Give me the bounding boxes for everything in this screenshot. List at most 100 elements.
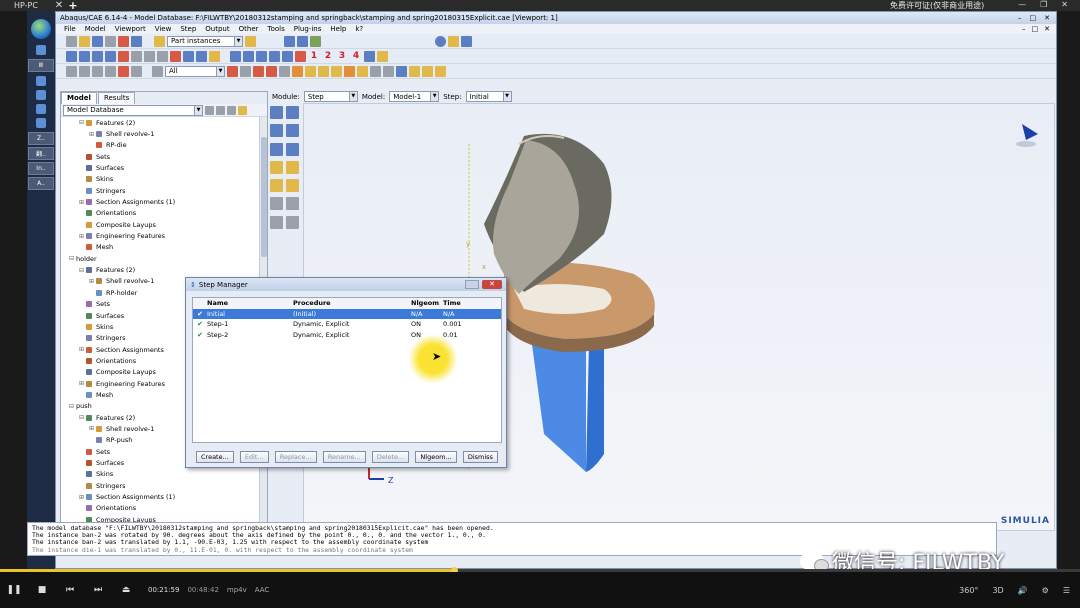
tool-icon[interactable] [240, 65, 251, 77]
minimize-icon[interactable]: — [1018, 0, 1026, 9]
datum-icon[interactable] [269, 50, 280, 62]
menu-output[interactable]: Output [205, 25, 229, 33]
tool-icon[interactable] [131, 35, 142, 47]
tree-expander-icon[interactable]: ⊟ [69, 403, 75, 410]
nlgeom-button[interactable]: Nlgeom... [415, 451, 457, 463]
part-instances-select[interactable]: Part instances ▼ [167, 35, 243, 47]
tree-node[interactable]: Sets [61, 151, 267, 162]
print-icon[interactable] [105, 35, 116, 47]
select-cursor-icon[interactable] [152, 65, 163, 77]
info-icon[interactable] [435, 35, 446, 47]
tree-node[interactable]: Skins [61, 174, 267, 185]
table-row[interactable]: ✔ Step-2 Dynamic, Explicit ON 0.01 [193, 330, 501, 341]
tree-node[interactable]: Orientations [61, 208, 267, 219]
menu-other[interactable]: Other [239, 25, 259, 33]
menu-tools[interactable]: Tools [268, 25, 285, 33]
scrollbar-thumb[interactable] [261, 137, 267, 257]
rename-button[interactable]: Rename... [322, 451, 366, 463]
stop-icon[interactable]: ■ [28, 585, 56, 595]
next-icon[interactable]: ⏭ [84, 585, 112, 595]
render-icon[interactable] [344, 65, 355, 77]
tree-node[interactable]: ⊞ Section Assignments (1) [61, 491, 267, 502]
tree-node[interactable]: Mesh [61, 242, 267, 253]
close-session-icon[interactable]: ✕ [52, 0, 66, 11]
edit-button[interactable]: Edit... [239, 451, 269, 463]
view-4-icon[interactable]: 4 [350, 51, 362, 61]
table-row[interactable]: ✔ Step-1 Dynamic, Explicit ON 0.001 [193, 319, 501, 330]
view-icon[interactable] [118, 50, 129, 62]
menu-view[interactable]: View [155, 25, 172, 33]
tool-icon[interactable] [270, 160, 283, 174]
step-select[interactable]: Initial ▼ [465, 91, 512, 102]
tree-node[interactable]: Skins [61, 469, 267, 480]
datum-icon[interactable] [256, 50, 267, 62]
tree-node[interactable]: ⊟ Features (2) [61, 117, 267, 128]
tree-node[interactable]: Stringers [61, 185, 267, 196]
zoom-box-icon[interactable] [118, 65, 129, 77]
tool-icon[interactable] [270, 179, 283, 193]
tree-tool-icon[interactable] [238, 105, 247, 115]
replace-button[interactable]: Replace... [274, 451, 317, 463]
tool-icon[interactable] [286, 179, 299, 193]
view-icon[interactable] [157, 50, 168, 62]
tool-icon[interactable] [448, 35, 459, 47]
render-icon[interactable] [435, 65, 446, 77]
pause-icon[interactable]: ❚❚ [0, 585, 28, 595]
tool-icon[interactable] [284, 35, 295, 47]
tool-icon[interactable] [310, 35, 321, 47]
zoom-icon[interactable] [105, 65, 116, 77]
render-icon[interactable] [305, 65, 316, 77]
tree-expander-icon[interactable]: ⊞ [79, 346, 85, 353]
rotate-icon[interactable] [79, 65, 90, 77]
restore-icon[interactable]: – [1022, 25, 1026, 33]
restore-icon[interactable]: □ [1032, 25, 1039, 33]
tree-expander-icon[interactable]: ⊞ [89, 278, 95, 285]
close-icon[interactable]: ✕ [1044, 14, 1050, 22]
tool-icon[interactable] [118, 35, 129, 47]
view-icon[interactable] [209, 50, 220, 62]
taskbar-app-icon[interactable] [36, 118, 46, 128]
tree-expander-icon[interactable]: ⊞ [79, 494, 85, 501]
menu-step[interactable]: Step [180, 25, 196, 33]
taskbar-app-icon[interactable] [36, 76, 46, 86]
tree-expander-icon[interactable]: ⊟ [79, 119, 85, 126]
tool-icon[interactable] [286, 160, 299, 174]
tree-node[interactable]: Stringers [61, 480, 267, 491]
module-select[interactable]: Step ▼ [303, 91, 358, 102]
menu-plugins[interactable]: Plug-ins [294, 25, 322, 33]
model-select[interactable]: Model-1 ▼ [389, 91, 440, 102]
render-icon[interactable] [409, 65, 420, 77]
datum-icon[interactable] [230, 50, 241, 62]
field-output-icon[interactable] [270, 124, 283, 138]
tool-icon[interactable] [266, 65, 277, 77]
table-row[interactable]: ✔ Initial (Initial) N/A N/A [193, 308, 501, 319]
tree-node[interactable]: ⊟ holder [61, 253, 267, 264]
tree-expander-icon[interactable]: ⊟ [69, 255, 75, 262]
render-icon[interactable] [331, 65, 342, 77]
taskbar-app-icon[interactable] [36, 90, 46, 100]
taskbar-item[interactable]: Ⅲ [28, 59, 54, 72]
text-annotation-icon[interactable] [144, 50, 155, 62]
datum-icon[interactable] [243, 50, 254, 62]
taskbar-app-icon[interactable] [36, 45, 46, 55]
datum-icon[interactable] [295, 50, 306, 62]
taskbar-item[interactable]: Z.. [28, 132, 54, 145]
tree-node[interactable]: Surfaces [61, 162, 267, 173]
new-file-icon[interactable] [66, 35, 77, 47]
tab-model[interactable]: Model [61, 92, 97, 104]
tool-icon[interactable] [270, 215, 283, 229]
menu-viewport[interactable]: Viewport [115, 25, 146, 33]
tree-node[interactable]: Composite Layups [61, 219, 267, 230]
context-help-icon[interactable]: k? [355, 25, 363, 33]
magnify-icon[interactable] [92, 65, 103, 77]
taskbar-item[interactable]: 翻.. [28, 147, 54, 160]
close-icon[interactable]: ✕ [482, 280, 502, 289]
tree-node[interactable]: RP-die [61, 140, 267, 151]
model-database-select[interactable]: Model Database ▼ [63, 104, 203, 116]
view-3-icon[interactable]: 3 [336, 51, 348, 61]
render-icon[interactable] [422, 65, 433, 77]
minimize-icon[interactable] [465, 280, 479, 289]
tree-expander-icon[interactable]: ⊞ [79, 199, 85, 206]
datum-icon[interactable] [282, 50, 293, 62]
view-2-icon[interactable]: 2 [322, 51, 334, 61]
